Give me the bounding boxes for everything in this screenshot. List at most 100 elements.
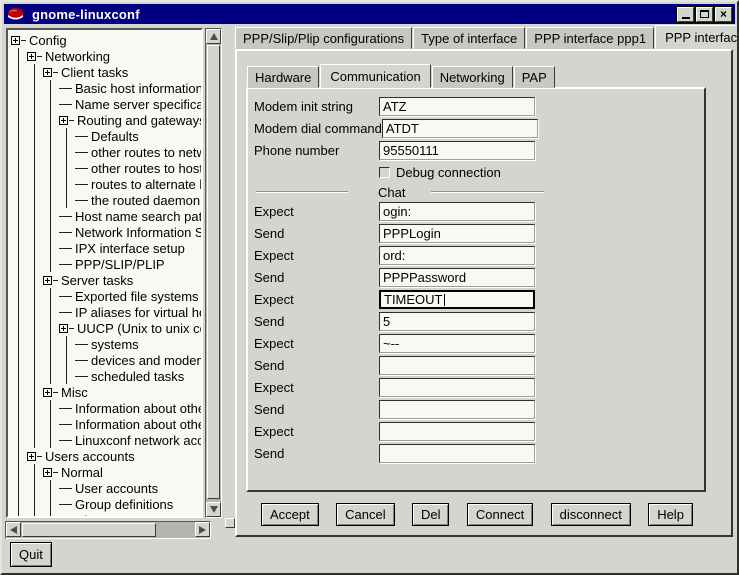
chat-expect-4-input[interactable]: TIMEOUT — [379, 290, 535, 309]
tree-item-ipx-interface-setup[interactable]: IPX interface setup — [11, 240, 201, 256]
tree-vertical-scrollbar[interactable] — [205, 28, 222, 518]
tree-item-network-information-system[interactable]: Network Information System — [11, 224, 201, 240]
tree-item-exported-file-systems-nfs[interactable]: Exported file systems (NFS) — [11, 288, 201, 304]
tree-expander-icon[interactable] — [43, 276, 52, 285]
titlebar[interactable]: gnome-linuxconf × — [4, 4, 735, 24]
subtab-networking-2[interactable]: Networking — [432, 66, 513, 88]
chat-send-5-input[interactable]: 5 — [379, 312, 535, 331]
field-modem-dial-command-input[interactable]: ATDT — [382, 119, 538, 138]
tree-item-client-tasks[interactable]: Client tasks — [11, 64, 201, 80]
tree-expander-icon[interactable] — [59, 324, 68, 333]
scroll-down-button[interactable] — [206, 502, 221, 517]
tree-item-defaults[interactable]: Defaults — [11, 128, 201, 144]
tree-item-linuxconf-network-access[interactable]: Linuxconf network access — [11, 432, 201, 448]
tree-item-the-routed-daemon[interactable]: the routed daemon — [11, 192, 201, 208]
subtab-hardware-0[interactable]: Hardware — [247, 66, 319, 88]
tree-item-routes-to-alternate-local-ne[interactable]: routes to alternate local ne — [11, 176, 201, 192]
subtab-communication-1[interactable]: Communication — [320, 64, 430, 88]
chat-send-3-input[interactable]: PPPPassword — [379, 268, 535, 287]
tree-expander-icon[interactable] — [59, 116, 68, 125]
tab-ppp-interface-ppp1-2[interactable]: PPP interface ppp1 — [526, 27, 654, 49]
tree-item-name-server-specification[interactable]: Name server specification ( — [11, 96, 201, 112]
tree-expander-icon[interactable] — [43, 388, 52, 397]
subtab-pap-3[interactable]: PAP — [514, 66, 555, 88]
minimize-icon — [682, 17, 690, 19]
chat-expect-8-input[interactable] — [379, 378, 535, 397]
scroll-right-button[interactable] — [195, 522, 210, 537]
tab-ppp-interface-ppp1-3[interactable]: PPP interface ppp1 — [655, 25, 739, 49]
tree-item-networking[interactable]: Networking — [11, 48, 201, 64]
chat-send-1-input[interactable]: PPPLogin — [379, 224, 535, 243]
tab-type-of-interface-1[interactable]: Type of interface — [413, 27, 525, 49]
tree-expander-icon[interactable] — [43, 68, 52, 77]
horizontal-scroll-thumb[interactable] — [22, 523, 156, 537]
maximize-button[interactable] — [696, 7, 713, 22]
chat-send-9-input[interactable] — [379, 400, 535, 419]
chat-send-11-input[interactable] — [379, 444, 535, 463]
tree-expander-icon[interactable] — [43, 468, 52, 477]
scroll-left-button[interactable] — [6, 522, 21, 537]
tree-expander-icon[interactable] — [27, 52, 36, 61]
tree-item-information-about-other-netw[interactable]: Information about other netw — [11, 416, 201, 432]
config-tree[interactable]: ConfigNetworkingClient tasksBasic host i… — [6, 28, 203, 518]
tree-item-group-definitions[interactable]: Group definitions — [11, 496, 201, 512]
vertical-scroll-thumb[interactable] — [207, 45, 220, 499]
field-phone-number-input[interactable]: 95550111 — [379, 141, 535, 160]
tree-item-basic-host-information[interactable]: Basic host information — [11, 80, 201, 96]
close-button[interactable]: × — [715, 7, 732, 22]
del-button[interactable]: Del — [412, 503, 450, 526]
tree-item-information-about-other-host[interactable]: Information about other host — [11, 400, 201, 416]
tree-item-scheduled-tasks[interactable]: scheduled tasks — [11, 368, 201, 384]
quit-button[interactable]: Quit — [10, 542, 52, 567]
tree-item-label: Misc — [58, 385, 88, 400]
tree-item-user-accounts[interactable]: User accounts — [11, 480, 201, 496]
scroll-up-button[interactable] — [206, 29, 221, 44]
tree-indent-line — [27, 464, 43, 480]
disconnect-button[interactable]: disconnect — [551, 503, 631, 526]
tree-item-normal[interactable]: Normal — [11, 464, 201, 480]
pane-resize-handle[interactable] — [225, 518, 235, 528]
chat-expect-6-input[interactable]: ~-- — [379, 334, 535, 353]
tab-ppp-slip-plip-configurations-0[interactable]: PPP/Slip/Plip configurations — [235, 27, 412, 49]
tree-item-change-root-password[interactable]: Change root password — [11, 512, 201, 518]
chat-expect-2-row: Expectord: — [254, 246, 546, 265]
tree-item-ppp-slip-plip[interactable]: PPP/SLIP/PLIP — [11, 256, 201, 272]
chat-expect-10-input[interactable] — [379, 422, 535, 441]
tree-item-host-name-search-path[interactable]: Host name search path — [11, 208, 201, 224]
chat-send-7-input[interactable] — [379, 356, 535, 375]
tree-item-routing-and-gateways[interactable]: Routing and gateways — [11, 112, 201, 128]
tree-horizontal-scrollbar[interactable] — [5, 521, 211, 539]
chat-expect-8-row: Expect — [254, 378, 546, 397]
chat-expect-0-input[interactable]: ogin: — [379, 202, 535, 221]
tree-item-server-tasks[interactable]: Server tasks — [11, 272, 201, 288]
tree-indent-line — [59, 176, 75, 192]
tree-item-systems[interactable]: systems — [11, 336, 201, 352]
tree-item-other-routes-to-networks[interactable]: other routes to networks — [11, 144, 201, 160]
cancel-button[interactable]: Cancel — [336, 503, 394, 526]
tree-item-uucp-unix-to-unix-copy[interactable]: UUCP (Unix to unix copy) — [11, 320, 201, 336]
tree-item-users-accounts[interactable]: Users accounts — [11, 448, 201, 464]
tree-item-label: Config — [26, 33, 67, 48]
tree-item-config[interactable]: Config — [11, 32, 201, 48]
chat-expect-2-input[interactable]: ord: — [379, 246, 535, 265]
help-button[interactable]: Help — [648, 503, 693, 526]
debug-connection-checkbox[interactable] — [379, 167, 390, 178]
tree-item-devices-and-modems[interactable]: devices and modems — [11, 352, 201, 368]
tree-indent-line — [11, 256, 27, 272]
field-modem-init-string-input[interactable]: ATZ — [379, 97, 535, 116]
tree-expander-icon[interactable] — [27, 452, 36, 461]
tree-branch-line — [75, 184, 88, 185]
tree-item-misc[interactable]: Misc — [11, 384, 201, 400]
minimize-button[interactable] — [677, 7, 694, 22]
tree-expander-icon[interactable] — [11, 36, 20, 45]
connect-button[interactable]: Connect — [467, 503, 533, 526]
tree-item-other-routes-to-hosts[interactable]: other routes to hosts — [11, 160, 201, 176]
chat-expect-4-row: ExpectTIMEOUT — [254, 290, 546, 309]
scroll-left-icon — [10, 526, 17, 534]
accept-button[interactable]: Accept — [261, 503, 319, 526]
tree-indent-line — [27, 176, 43, 192]
tree-item-label: Linuxconf network access — [72, 433, 203, 448]
tree-item-ip-aliases-for-virtual-hosts[interactable]: IP aliases for virtual hosts — [11, 304, 201, 320]
chat-send-5-row: Send5 — [254, 312, 546, 331]
tree-branch-line — [59, 408, 72, 409]
